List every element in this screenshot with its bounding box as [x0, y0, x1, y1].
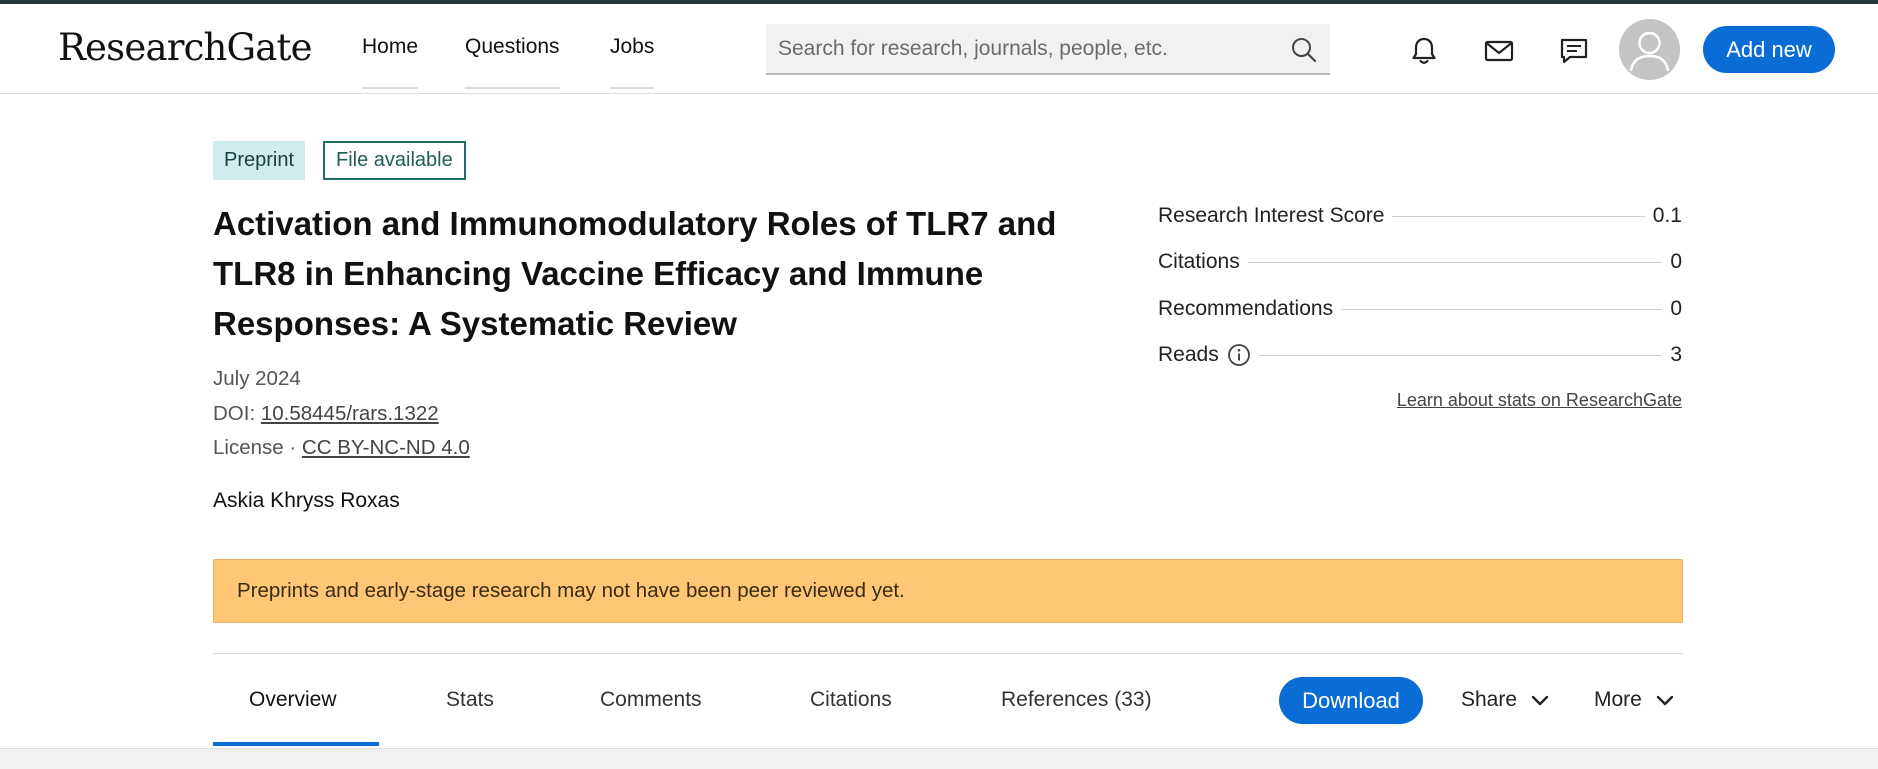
- tab-citations[interactable]: Citations: [810, 688, 892, 712]
- search-input[interactable]: [778, 24, 1278, 73]
- add-new-button[interactable]: Add new: [1703, 26, 1835, 73]
- bell-icon[interactable]: [1407, 34, 1441, 68]
- preprint-badge: Preprint: [213, 141, 306, 180]
- chevron-down-icon: [1531, 695, 1549, 706]
- share-label: Share: [1461, 688, 1518, 711]
- nav-questions-label: Questions: [465, 35, 560, 58]
- more-label: More: [1594, 688, 1642, 711]
- more-dropdown[interactable]: More: [1594, 688, 1676, 712]
- author-name[interactable]: Askia Khryss Roxas: [213, 489, 400, 513]
- mail-icon[interactable]: [1482, 34, 1516, 68]
- chevron-down-icon: [1656, 695, 1674, 706]
- download-button[interactable]: Download: [1279, 677, 1423, 724]
- site-header: ResearchGate Home Questions Jobs Search …: [0, 4, 1878, 94]
- nav-jobs-label: Jobs: [610, 35, 655, 58]
- license-label: License ·: [213, 436, 302, 459]
- nav-underline: [362, 87, 419, 89]
- doi-line: DOI: 10.58445/rars.1322: [213, 402, 439, 426]
- stat-leader-line: [1247, 261, 1663, 263]
- tab-references[interactable]: References (33): [1001, 688, 1152, 712]
- stat-value: 0: [1670, 297, 1682, 320]
- nav-home-label: Home: [362, 35, 419, 58]
- tab-comments[interactable]: Comments: [600, 688, 702, 712]
- tab-overview[interactable]: Overview: [249, 688, 337, 712]
- nav-questions[interactable]: Questions: [465, 35, 560, 89]
- chat-icon[interactable]: [1557, 34, 1591, 68]
- stat-value: 0: [1670, 250, 1682, 273]
- info-icon[interactable]: [1227, 343, 1251, 367]
- stat-leader-line: [1258, 354, 1663, 356]
- doi-label: DOI:: [213, 402, 261, 425]
- user-silhouette-icon: [1619, 19, 1680, 80]
- stat-research-interest: Research Interest Score 0.1: [1158, 201, 1682, 231]
- stat-label: Research Interest Score: [1158, 204, 1385, 227]
- search-icon[interactable]: [1290, 36, 1318, 64]
- license-link[interactable]: CC BY-NC-ND 4.0: [302, 436, 470, 459]
- nav-underline: [610, 87, 655, 89]
- paper-title: Activation and Immunomodulatory Roles of…: [213, 205, 1057, 342]
- nav-underline: [465, 87, 560, 89]
- active-tab-indicator: [213, 742, 379, 746]
- license-line: License · CC BY-NC-ND 4.0: [213, 436, 470, 460]
- doi-link[interactable]: 10.58445/rars.1322: [261, 402, 439, 425]
- peer-review-warning: Preprints and early-stage research may n…: [213, 559, 1683, 623]
- tab-stats[interactable]: Stats: [446, 688, 494, 712]
- learn-stats-link[interactable]: Learn about stats on ResearchGate: [1397, 390, 1682, 411]
- stat-reads: Reads 3: [1158, 340, 1682, 370]
- search-bar: [766, 24, 1330, 75]
- share-dropdown[interactable]: Share: [1461, 688, 1551, 712]
- stat-label: Reads: [1158, 343, 1219, 366]
- nav-jobs[interactable]: Jobs: [610, 35, 655, 89]
- section-divider: [213, 653, 1683, 654]
- stat-label: Citations: [1158, 250, 1240, 273]
- stat-leader-line: [1341, 308, 1663, 310]
- nav-home[interactable]: Home: [362, 35, 419, 89]
- stat-citations: Citations 0: [1158, 247, 1682, 277]
- page-bottom-strip: [0, 748, 1878, 769]
- logo[interactable]: ResearchGate: [58, 26, 313, 69]
- file-available-badge[interactable]: File available: [323, 141, 466, 180]
- stat-leader-line: [1392, 215, 1645, 217]
- publication-date: July 2024: [213, 367, 301, 390]
- stat-value: 0.1: [1652, 204, 1682, 227]
- stat-recommendations: Recommendations 0: [1158, 294, 1682, 324]
- stat-value: 3: [1670, 343, 1682, 366]
- avatar[interactable]: [1619, 19, 1680, 80]
- stat-label: Recommendations: [1158, 297, 1334, 320]
